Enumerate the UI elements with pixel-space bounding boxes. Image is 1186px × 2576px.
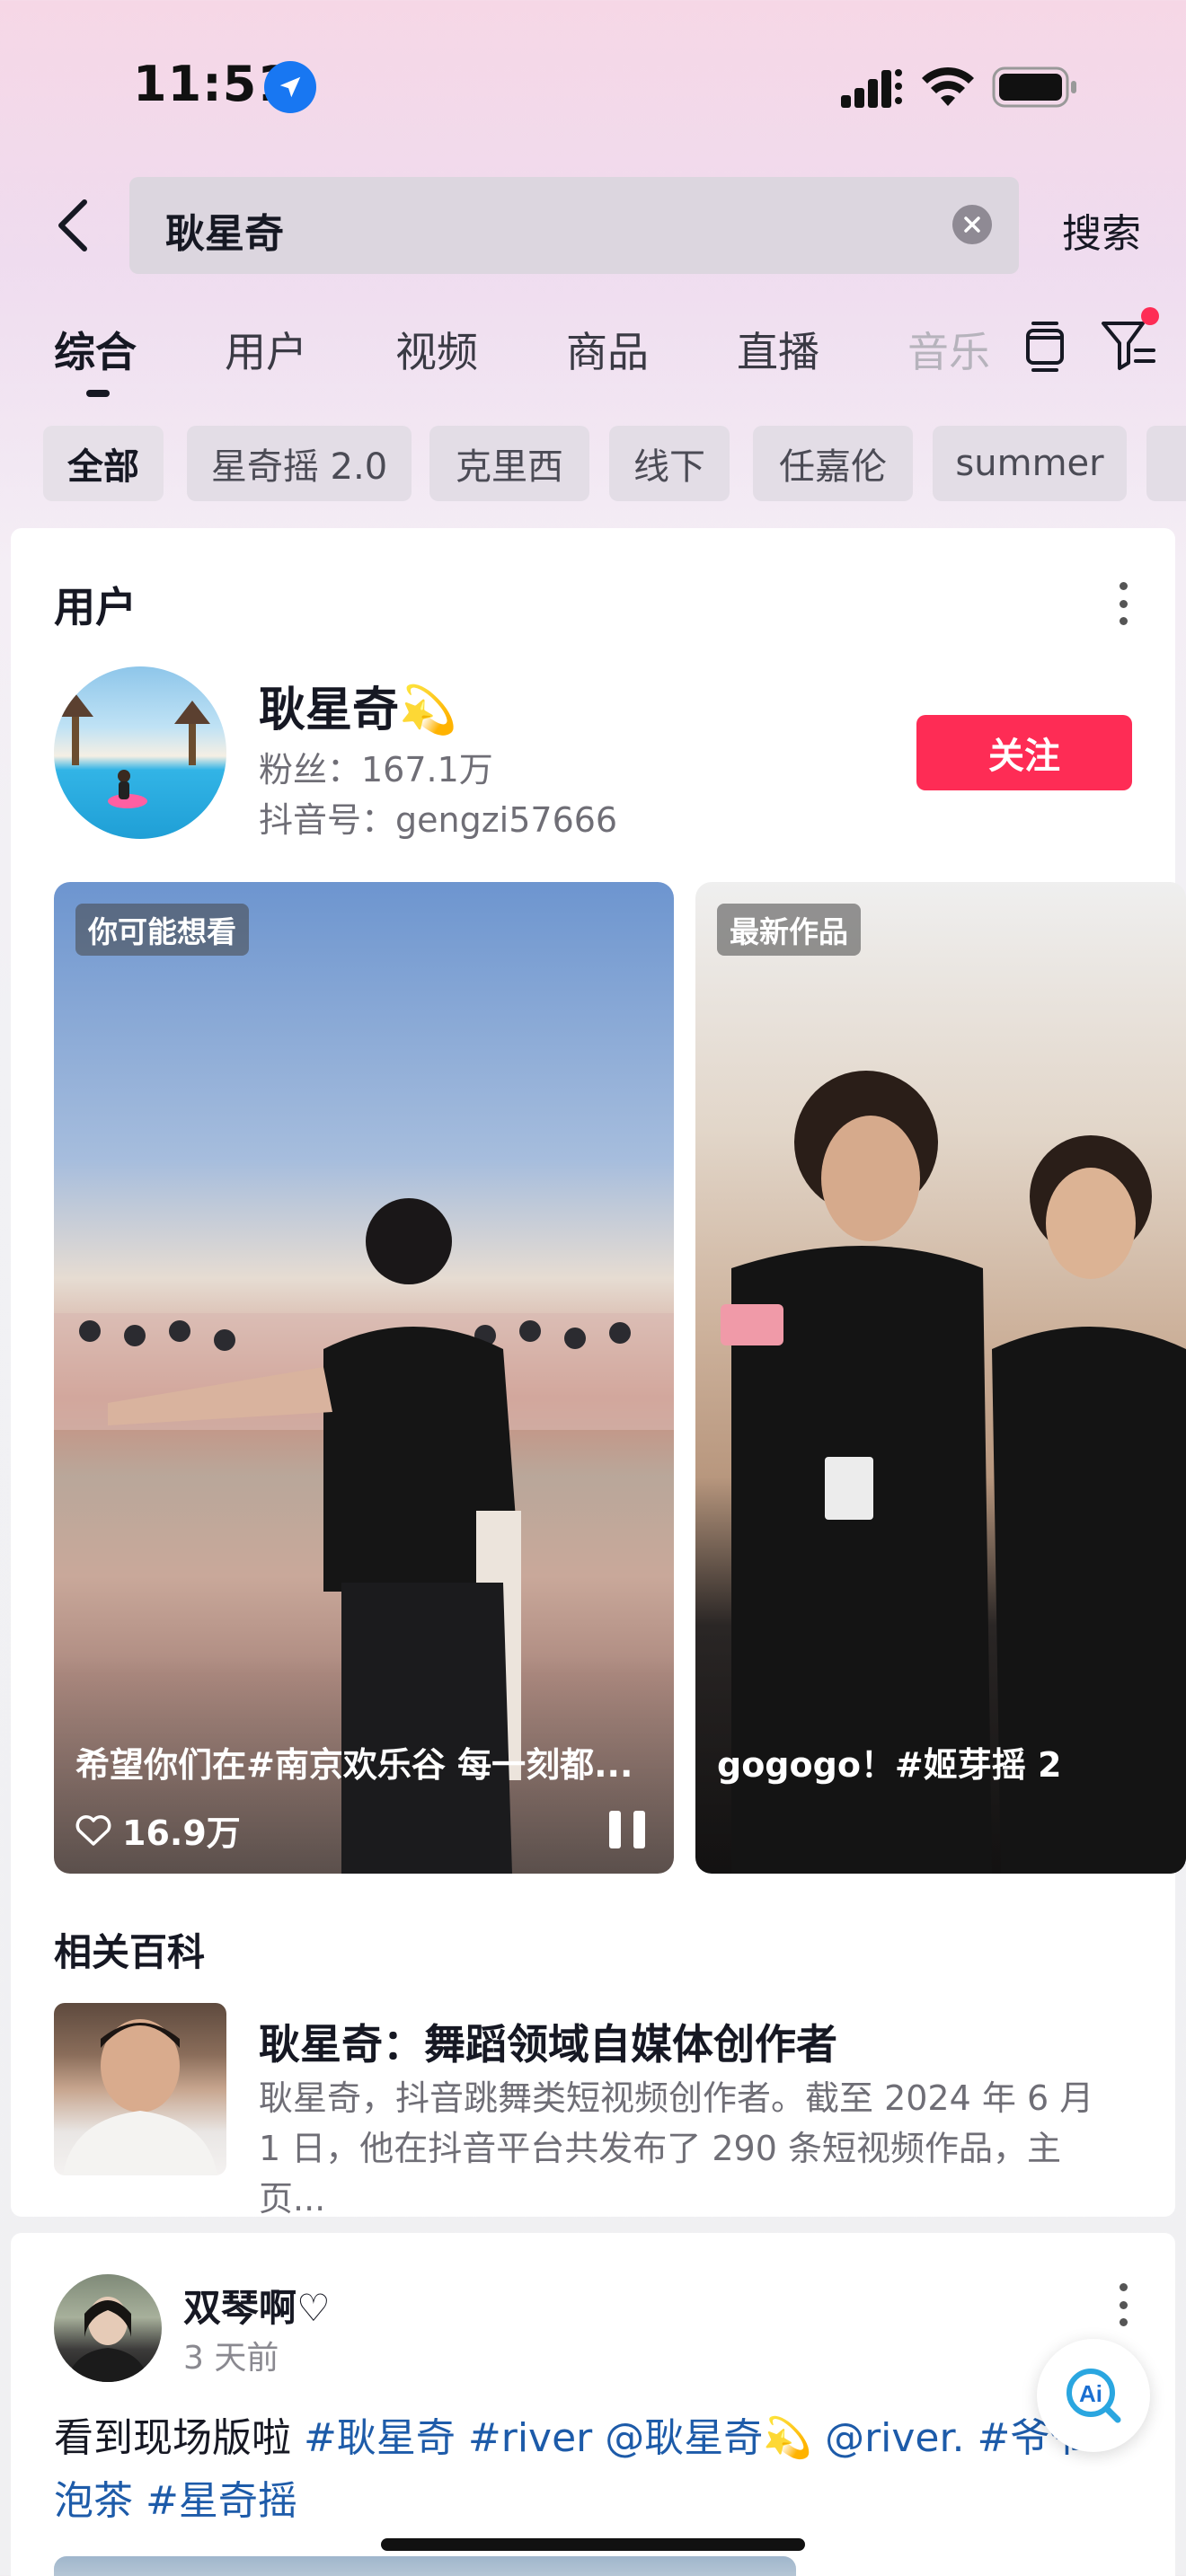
active-tab-indicator — [86, 390, 110, 397]
wiki-heading[interactable]: 耿星奇：舞蹈领域自媒体创作者 — [259, 2012, 837, 2071]
chip-offline[interactable]: 线下 — [609, 426, 730, 501]
post-author-avatar[interactable] — [54, 2274, 162, 2382]
user-name[interactable]: 耿星奇💫 — [259, 672, 457, 739]
chip-xingqiyao[interactable]: 星奇摇 2.0 — [187, 426, 412, 501]
post-text-plain: 看到现场版啦 — [54, 2415, 304, 2461]
close-icon — [964, 216, 980, 233]
hashtag-link[interactable]: 泡茶 — [54, 2478, 133, 2524]
video-caption-2: gogogo！#姬芽摇 2 — [717, 1745, 1062, 1785]
video-badge-latest: 最新作品 — [717, 904, 861, 956]
mention-link[interactable]: @耿星奇💫 — [605, 2415, 812, 2461]
post-media-thumbnail[interactable] — [54, 2556, 796, 2576]
clear-search-button[interactable] — [952, 205, 992, 244]
wiki-description: 耿星奇，抖音跳舞类短视频创作者。截至 2024 年 6 月 1 日，他在抖音平台… — [259, 2078, 1094, 2219]
hashtag-link[interactable]: #river — [468, 2415, 592, 2461]
post-time: 3 天前 — [183, 2340, 279, 2377]
pool-photo — [58, 693, 210, 808]
video-card-1[interactable] — [54, 882, 674, 1874]
video-like-count-1: 16.9万 — [75, 1805, 241, 1855]
ai-assistant-button[interactable]: Ai — [1037, 2339, 1150, 2452]
chip-more[interactable] — [1146, 426, 1186, 501]
mention-link[interactable]: @river. — [825, 2415, 964, 2461]
video-badge-recommended: 你可能想看 — [75, 904, 249, 956]
back-button[interactable] — [43, 192, 101, 259]
chip-all[interactable]: 全部 — [43, 426, 164, 501]
post-text: 看到现场版啦 #耿星奇 #river @耿星奇💫 @river. #爷爷 泡茶 … — [54, 2407, 1087, 2533]
more-options-button[interactable] — [1105, 578, 1141, 629]
wifi-icon — [922, 66, 974, 106]
user-douyin-id: 抖音号：gengzi57666 — [259, 800, 618, 840]
chip-renjialun[interactable]: 任嘉伦 — [753, 426, 913, 501]
search-submit-button[interactable]: 搜索 — [1062, 201, 1141, 259]
search-query-text[interactable]: 耿星奇 — [165, 201, 284, 259]
wiki-thumbnail[interactable] — [54, 2003, 226, 2175]
heart-icon — [75, 1814, 111, 1846]
layout-switch-icon[interactable] — [1019, 320, 1071, 372]
user-avatar[interactable] — [54, 666, 226, 839]
follow-button[interactable]: 关注 — [916, 715, 1132, 790]
video-thumbnail-2 — [721, 1071, 1186, 1874]
wiki-section-title: 相关百科 — [54, 1930, 206, 1974]
portrait-photo — [63, 2019, 217, 2175]
home-indicator — [381, 2538, 805, 2551]
tab-videos[interactable]: 视频 — [395, 320, 478, 379]
user-section-title: 用户 — [54, 583, 137, 631]
pause-icon[interactable] — [609, 1811, 645, 1848]
video-caption-1: 希望你们在#南京欢乐谷 每一刻都... — [75, 1745, 633, 1785]
chip-summer[interactable]: summer — [933, 426, 1127, 501]
notification-dot — [1141, 307, 1159, 325]
hashtag-link[interactable]: #耿星奇 — [304, 2415, 456, 2461]
tab-live[interactable]: 直播 — [737, 320, 819, 379]
ai-label: Ai — [1079, 2380, 1102, 2407]
chip-kelixi[interactable]: 克里西 — [429, 426, 589, 501]
user-fans-count: 粉丝：167.1万 — [259, 750, 493, 790]
hashtag-link[interactable]: #星奇摇 — [146, 2478, 297, 2524]
post-author-name[interactable]: 双琴啊♡ — [183, 2278, 331, 2333]
chevron-left-icon — [58, 199, 87, 251]
sparkle-emoji: 💫 — [399, 684, 457, 737]
portrait-photo — [66, 2297, 149, 2382]
cellular-signal-icon — [841, 69, 902, 108]
ai-search-icon: Ai — [1067, 2369, 1121, 2423]
like-count-text: 16.9万 — [122, 1813, 241, 1853]
tab-products[interactable]: 商品 — [566, 320, 649, 379]
tab-music[interactable]: 音乐 — [907, 320, 990, 379]
battery-icon — [992, 66, 1076, 108]
video-card-2[interactable] — [695, 882, 1186, 1874]
location-arrow-icon — [264, 61, 316, 113]
video-thumbnail-1 — [54, 1198, 674, 1874]
tab-comprehensive[interactable]: 综合 — [54, 320, 137, 379]
post-more-options-button[interactable] — [1105, 2280, 1141, 2330]
tab-users[interactable]: 用户 — [225, 320, 307, 379]
